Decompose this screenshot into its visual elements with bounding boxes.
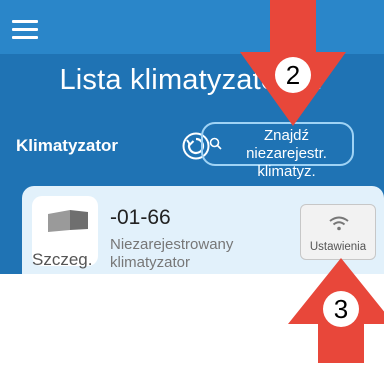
details-button[interactable]: Szczeg. <box>32 196 98 269</box>
annotation-number: 2 <box>275 57 311 93</box>
annotation-arrow-3: 3 <box>286 258 384 363</box>
find-button-label: Znajdź niezarejestr. klimatyz. <box>246 127 327 180</box>
wifi-icon <box>329 216 349 231</box>
settings-label: Ustawienia <box>309 241 367 253</box>
find-unregistered-button[interactable]: Znajdź niezarejestr. klimatyz. <box>201 122 354 180</box>
search-icon <box>209 137 222 150</box>
annotation-arrow-2: 2 <box>238 0 348 128</box>
section-label: Klimatyzator <box>16 136 119 155</box>
device-status: Niezarejestrowany klimatyzator <box>110 236 234 271</box>
device-code: -01-66 <box>110 206 171 229</box>
annotation-number: 3 <box>323 291 359 327</box>
hamburger-menu-icon[interactable] <box>12 20 38 40</box>
air-conditioner-icon <box>48 210 88 232</box>
details-label: Szczeg. <box>32 250 93 269</box>
settings-button[interactable]: Ustawienia <box>300 204 376 260</box>
